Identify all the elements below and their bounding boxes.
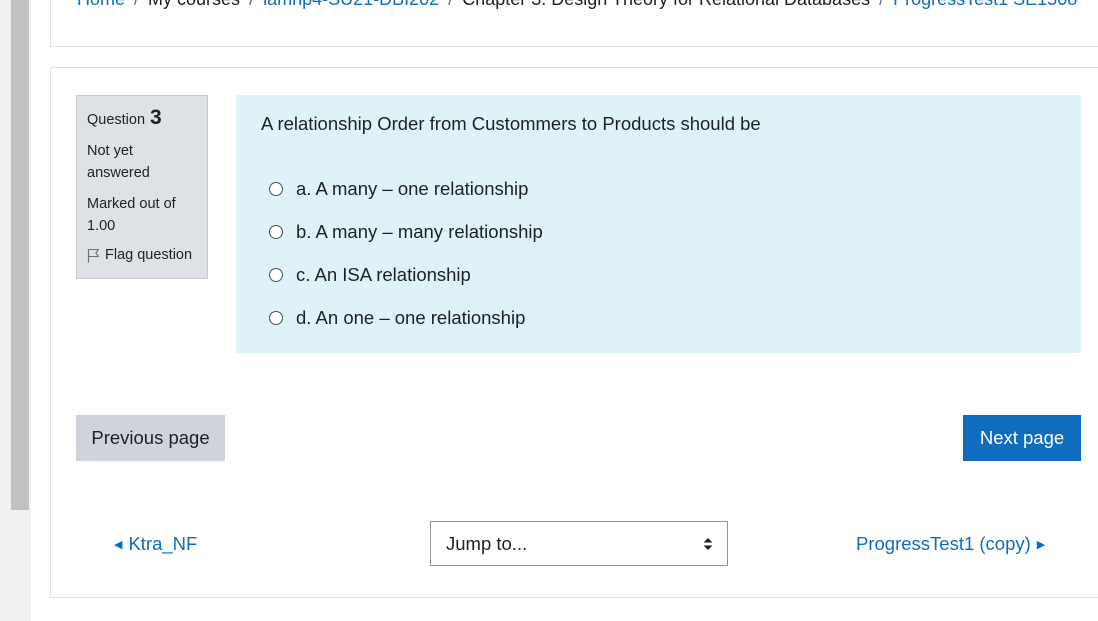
breadcrumb-separator: /: [870, 0, 893, 9]
answer-options: a. A many – one relationship b. A many –…: [269, 167, 543, 339]
answer-label: b. A many – many relationship: [296, 220, 543, 242]
question-grade: Marked out of 1.00: [87, 196, 176, 234]
next-activity-link[interactable]: ProgressTest1 (copy) ▶: [856, 533, 1045, 555]
breadcrumb-separator: /: [125, 0, 148, 9]
breadcrumb-course[interactable]: lamhp4-SU21-DBI202: [263, 0, 439, 9]
breadcrumb-chapter[interactable]: Chapter 3. Design Theory for Relational …: [462, 0, 870, 9]
jump-to-select[interactable]: Jump to...: [430, 521, 728, 566]
arrow-left-icon: ◀: [114, 538, 123, 551]
question-text: A relationship Order from Custommers to …: [261, 113, 761, 134]
next-page-button[interactable]: Next page: [963, 415, 1081, 461]
breadcrumb-card: Home/My courses/lamhp4-SU21-DBI202/Chapt…: [50, 0, 1098, 47]
question-number: Question 3: [87, 106, 197, 130]
radio-button[interactable]: [269, 310, 283, 325]
breadcrumb-quiz[interactable]: ProgressTest1 SE1508: [893, 0, 1077, 9]
radio-button[interactable]: [269, 224, 283, 239]
jump-to-value: Jump to...: [446, 532, 528, 554]
page-scrollbar[interactable]: [0, 0, 31, 621]
question-state: Not yet answered: [87, 143, 150, 181]
flag-question-label: Flag question: [105, 247, 193, 263]
answer-option-c[interactable]: c. An ISA relationship: [269, 253, 543, 296]
question-formulation: A relationship Order from Custommers to …: [236, 95, 1081, 353]
breadcrumb-my-courses[interactable]: My courses: [148, 0, 240, 9]
answer-option-b[interactable]: b. A many – many relationship: [269, 210, 543, 253]
previous-page-button[interactable]: Previous page: [76, 415, 225, 461]
answer-option-a[interactable]: a. A many – one relationship: [269, 167, 543, 210]
question-info-panel: Question 3 Not yet answered Marked out o…: [76, 95, 208, 279]
next-activity-label: ProgressTest1 (copy): [856, 533, 1031, 554]
previous-activity-label: Ktra_NF: [128, 533, 198, 554]
breadcrumb: Home/My courses/lamhp4-SU21-DBI202/Chapt…: [77, 0, 1077, 11]
scrollbar-thumb[interactable]: [11, 0, 29, 510]
previous-activity-link[interactable]: ◀ Ktra_NF: [114, 533, 197, 555]
answer-label: d. An one – one relationship: [296, 306, 526, 328]
radio-button[interactable]: [269, 267, 283, 282]
answer-label: c. An ISA relationship: [296, 263, 471, 285]
question-label: Question: [87, 112, 146, 128]
sort-caret-icon: [703, 535, 713, 557]
answer-label: a. A many – one relationship: [296, 177, 529, 199]
breadcrumb-separator: /: [439, 0, 462, 9]
breadcrumb-home[interactable]: Home: [77, 0, 125, 9]
flag-question-button[interactable]: Flag question: [87, 247, 197, 263]
radio-button[interactable]: [269, 181, 283, 196]
question-number-value: 3: [150, 106, 162, 129]
breadcrumb-separator: /: [240, 0, 263, 9]
arrow-right-icon: ▶: [1036, 538, 1046, 551]
answer-option-d[interactable]: d. An one – one relationship: [269, 296, 543, 339]
flag-icon: [87, 248, 100, 263]
